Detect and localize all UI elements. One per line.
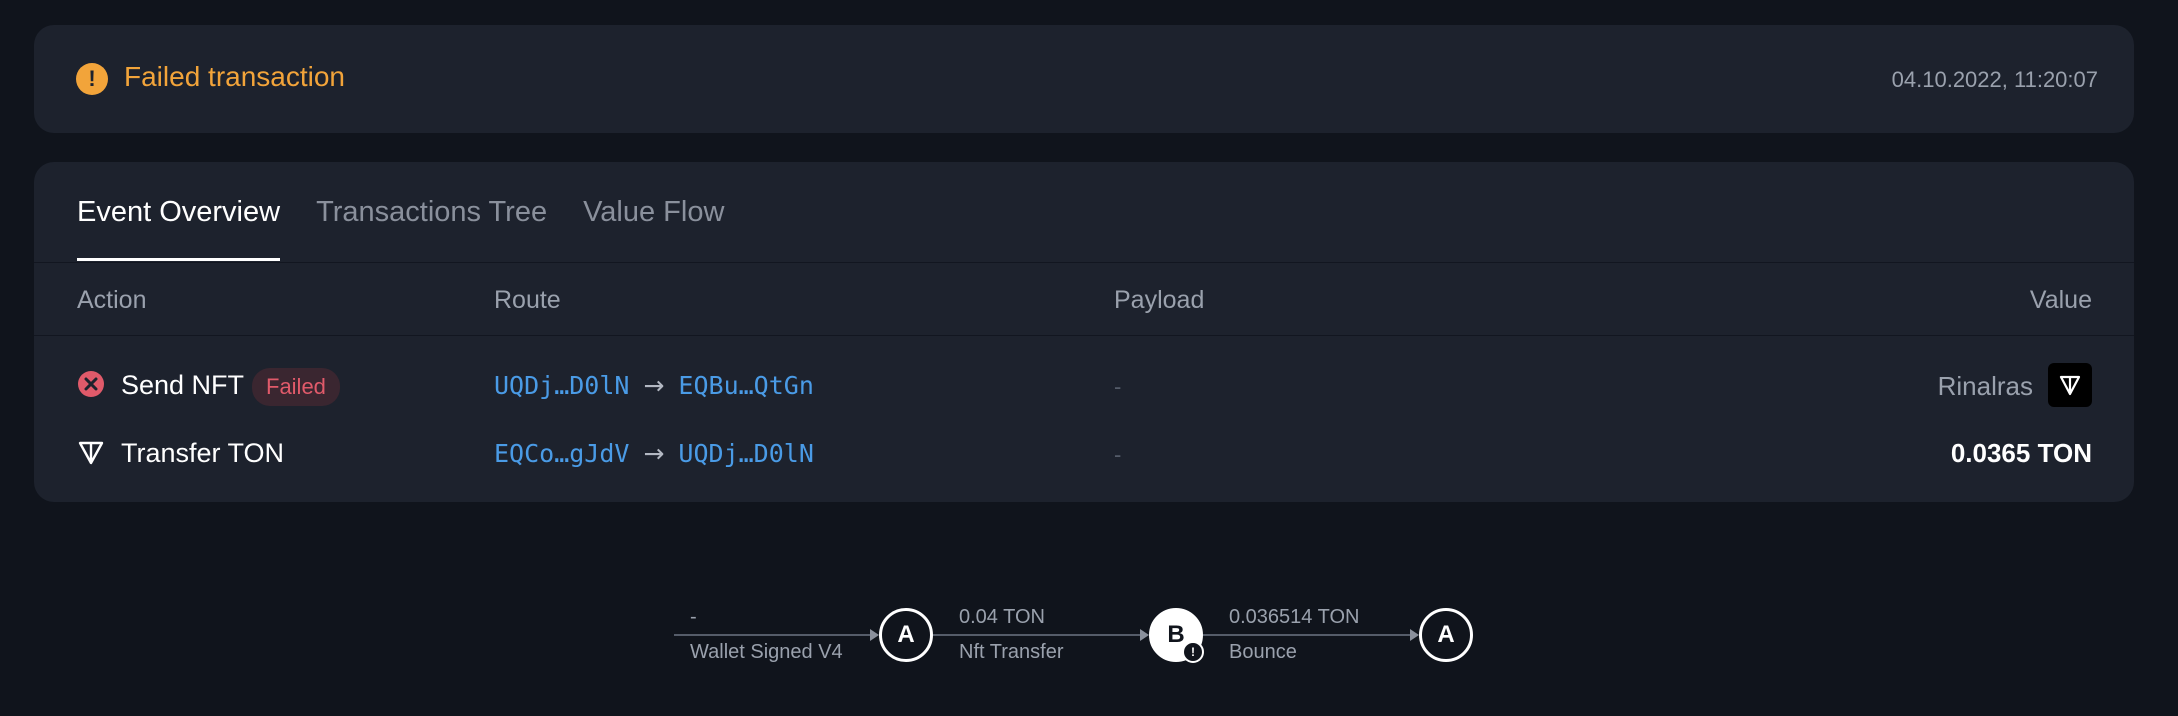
- column-header-route: Route: [494, 286, 561, 314]
- edge-amount: 0.04 TON: [959, 606, 1045, 628]
- warning-icon: !: [1182, 641, 1204, 663]
- value-flow-diagram: - Wallet Signed V4 A 0.04 TON Nft Transf…: [0, 580, 2178, 700]
- action-label: Transfer TON: [121, 438, 285, 468]
- from-address-link[interactable]: EQCo…gJdV: [494, 439, 629, 468]
- arrow-right-icon: →: [643, 439, 665, 468]
- column-header-action: Action: [77, 286, 147, 314]
- route: EQCo…gJdV → UQDj…D0lN: [494, 439, 814, 468]
- error-circle-icon: [78, 371, 104, 397]
- edge-amount: 0.036514 TON: [1229, 606, 1360, 628]
- ton-amount: 0.0365 TON: [1950, 438, 2092, 468]
- arrow-right-icon: [870, 629, 879, 641]
- flow-edge: [1203, 634, 1414, 636]
- edge-label: Bounce: [1229, 641, 1297, 663]
- to-address-link[interactable]: EQBu…QtGn: [678, 371, 813, 400]
- edge-label: Wallet Signed V4: [690, 641, 843, 663]
- tab-event-overview[interactable]: Event Overview: [77, 196, 281, 261]
- ton-icon: [78, 441, 104, 465]
- to-address-link[interactable]: UQDj…D0lN: [678, 439, 813, 468]
- nft-name[interactable]: Rinalras: [1938, 371, 2033, 402]
- action-label: Send NFT: [121, 370, 245, 400]
- tab-transactions-tree[interactable]: Transactions Tree: [316, 196, 547, 261]
- ton-logo-icon: [2059, 375, 2081, 396]
- arrow-right-icon: [1410, 629, 1419, 641]
- flow-node-a[interactable]: A: [1419, 608, 1473, 662]
- failed-badge: Failed: [252, 368, 340, 406]
- route: UQDj…D0lN → EQBu…QtGn: [494, 371, 814, 400]
- flow-node-a[interactable]: A: [879, 608, 933, 662]
- nft-thumbnail[interactable]: [2048, 363, 2092, 407]
- flow-edge: [933, 634, 1144, 636]
- tab-bar: Event Overview Transactions Tree Value F…: [77, 196, 724, 261]
- column-header-value: Value: [2029, 286, 2092, 314]
- warning-icon: !: [76, 63, 108, 95]
- status-title: Failed transaction: [124, 61, 346, 92]
- tab-divider: [34, 262, 2134, 263]
- payload-value: -: [1114, 374, 1122, 399]
- arrow-right-icon: →: [643, 371, 665, 400]
- from-address-link[interactable]: UQDj…D0lN: [494, 371, 629, 400]
- table-row[interactable]: Send NFT Failed UQDj…D0lN → EQBu…QtGn - Ri…: [34, 356, 2134, 416]
- status-card: ! Failed transaction 04.10.2022, 11:20:0…: [34, 25, 2134, 133]
- payload-value: -: [1114, 442, 1122, 467]
- tab-value-flow[interactable]: Value Flow: [583, 196, 724, 261]
- table-row[interactable]: Transfer TON EQCo…gJdV → UQDj…D0lN - 0.036…: [34, 424, 2134, 484]
- status-timestamp: 04.10.2022, 11:20:07: [1891, 67, 2098, 92]
- arrow-right-icon: [1140, 629, 1149, 641]
- header-divider: [34, 335, 2134, 336]
- edge-amount: -: [690, 606, 697, 628]
- event-card: Event Overview Transactions Tree Value F…: [34, 162, 2134, 502]
- column-header-payload: Payload: [1114, 286, 1205, 314]
- edge-label: Nft Transfer: [959, 641, 1064, 663]
- flow-edge: [674, 634, 874, 636]
